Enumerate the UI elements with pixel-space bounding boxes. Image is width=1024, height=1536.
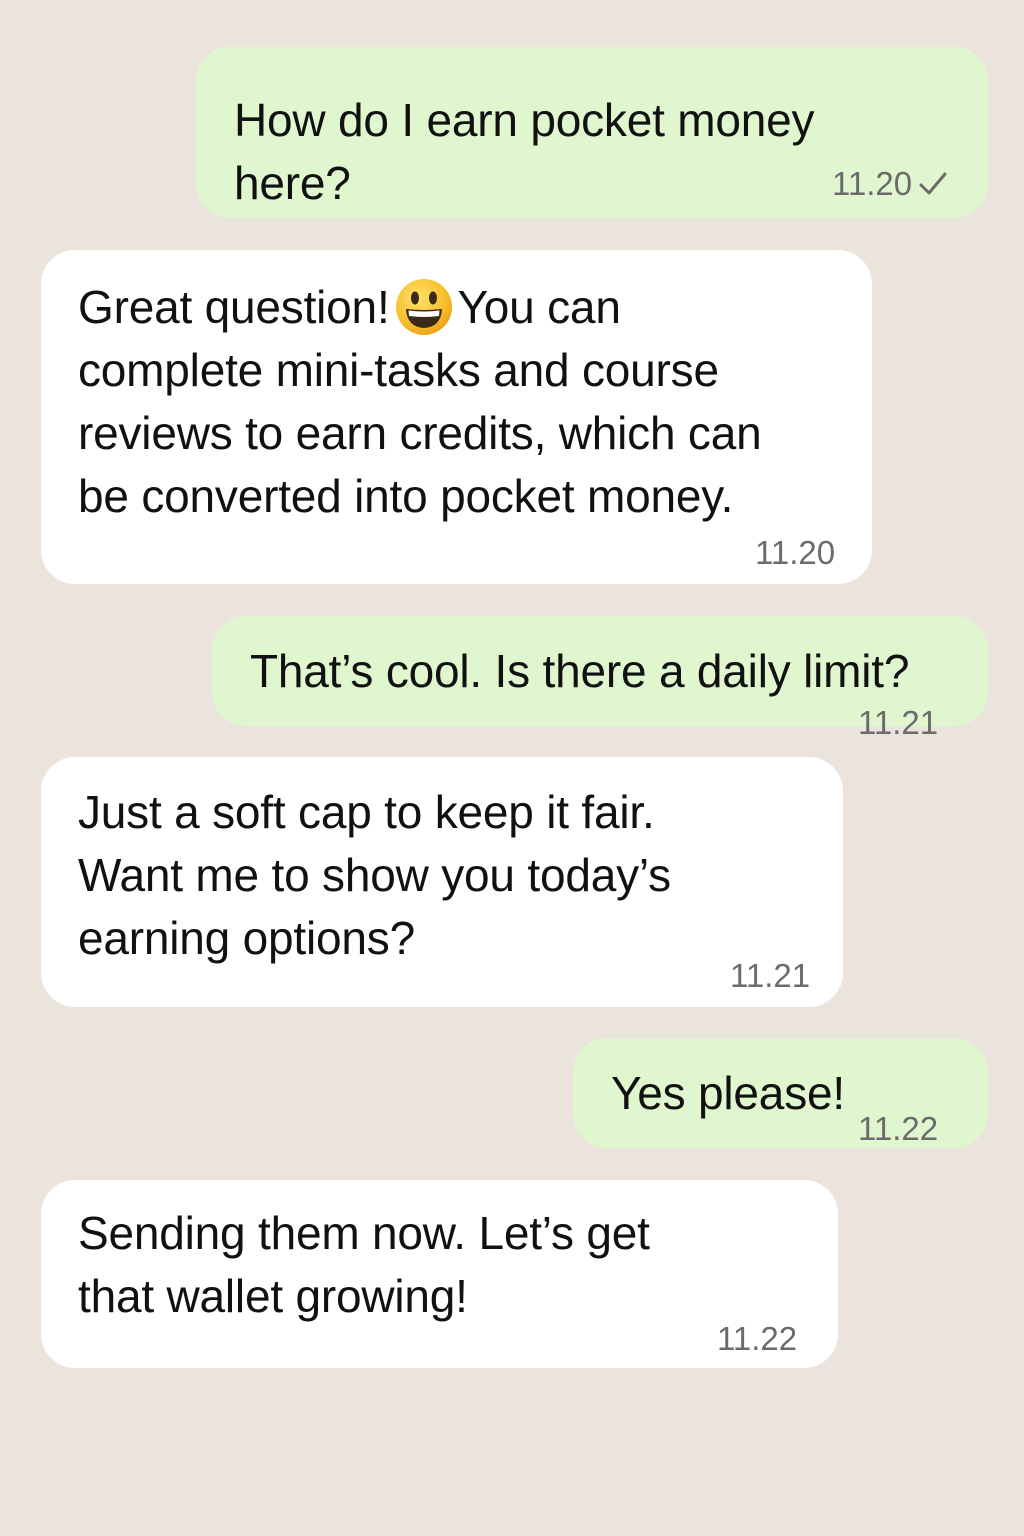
message-timestamp: 11.21 (730, 957, 811, 994)
message-line: that wallet growing! (78, 1270, 468, 1322)
message-line: That’s cool. Is there a daily limit? (250, 645, 910, 697)
message-line: earning options? (78, 912, 415, 964)
outgoing-message-bubble[interactable]: How do I earn pocket money here? 11.20 (196, 47, 988, 218)
message-line: reviews to earn credits, which can (78, 407, 762, 459)
message-line: Want me to show you today’s (78, 849, 671, 901)
message-text: Yes please! (611, 1062, 845, 1125)
message-meta: 11.20 (832, 167, 948, 200)
outgoing-message-bubble[interactable]: That’s cool. Is there a daily limit? 11.… (212, 616, 988, 739)
message-text: How do I earn pocket money here? (234, 89, 815, 215)
message-line: be converted into pocket money. (78, 470, 734, 522)
message-line: How do I earn pocket money (234, 94, 815, 146)
message-line: here? (234, 157, 351, 209)
message-text: Great question! You can complete mini-ta… (78, 276, 762, 528)
grinning-face-icon (395, 279, 452, 335)
incoming-message-bubble[interactable]: Sending them now. Let’s get that wallet … (41, 1180, 838, 1368)
message-text: Sending them now. Let’s get that wallet … (78, 1202, 650, 1328)
message-timestamp: 11.22 (858, 1110, 939, 1147)
message-line: Yes please! (611, 1067, 845, 1119)
message-timestamp: 11.22 (717, 1320, 798, 1357)
message-line: Great question! You can (78, 276, 762, 339)
message-text: That’s cool. Is there a daily limit? (250, 640, 909, 703)
message-line: Sending them now. Let’s get (78, 1207, 650, 1259)
incoming-message-bubble[interactable]: Just a soft cap to keep it fair. Want me… (41, 757, 843, 1007)
outgoing-message-bubble[interactable]: Yes please! 11.22 (573, 1038, 988, 1148)
message-text: Just a soft cap to keep it fair. Want me… (78, 781, 671, 970)
message-timestamp: 11.21 (858, 704, 939, 741)
message-fragment: You can (457, 281, 621, 333)
message-timestamp: 11.20 (755, 534, 836, 571)
message-line: Just a soft cap to keep it fair. (78, 786, 655, 838)
incoming-message-bubble[interactable]: Great question! You can complete mini-ta… (41, 250, 872, 584)
message-timestamp: 11.20 (832, 165, 913, 202)
message-line: complete mini-tasks and course (78, 344, 719, 396)
message-fragment: Great question! (78, 281, 390, 333)
check-icon (919, 172, 947, 195)
